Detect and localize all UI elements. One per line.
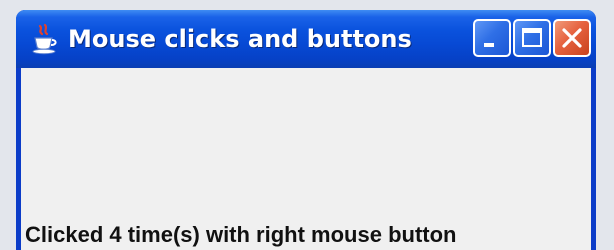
app-window: Mouse clicks and buttons Clicked 4 time(… — [16, 10, 596, 250]
click-status-label: Clicked 4 time(s) with right mouse butto… — [25, 222, 457, 247]
maximize-button[interactable] — [513, 19, 551, 57]
window-content-area[interactable]: Clicked 4 time(s) with right mouse butto… — [21, 68, 591, 250]
minimize-button[interactable] — [473, 19, 511, 57]
close-button[interactable] — [553, 19, 591, 57]
title-bar[interactable]: Mouse clicks and buttons — [16, 10, 596, 68]
window-title: Mouse clicks and buttons — [68, 25, 412, 53]
java-coffee-cup-icon[interactable] — [30, 23, 60, 55]
